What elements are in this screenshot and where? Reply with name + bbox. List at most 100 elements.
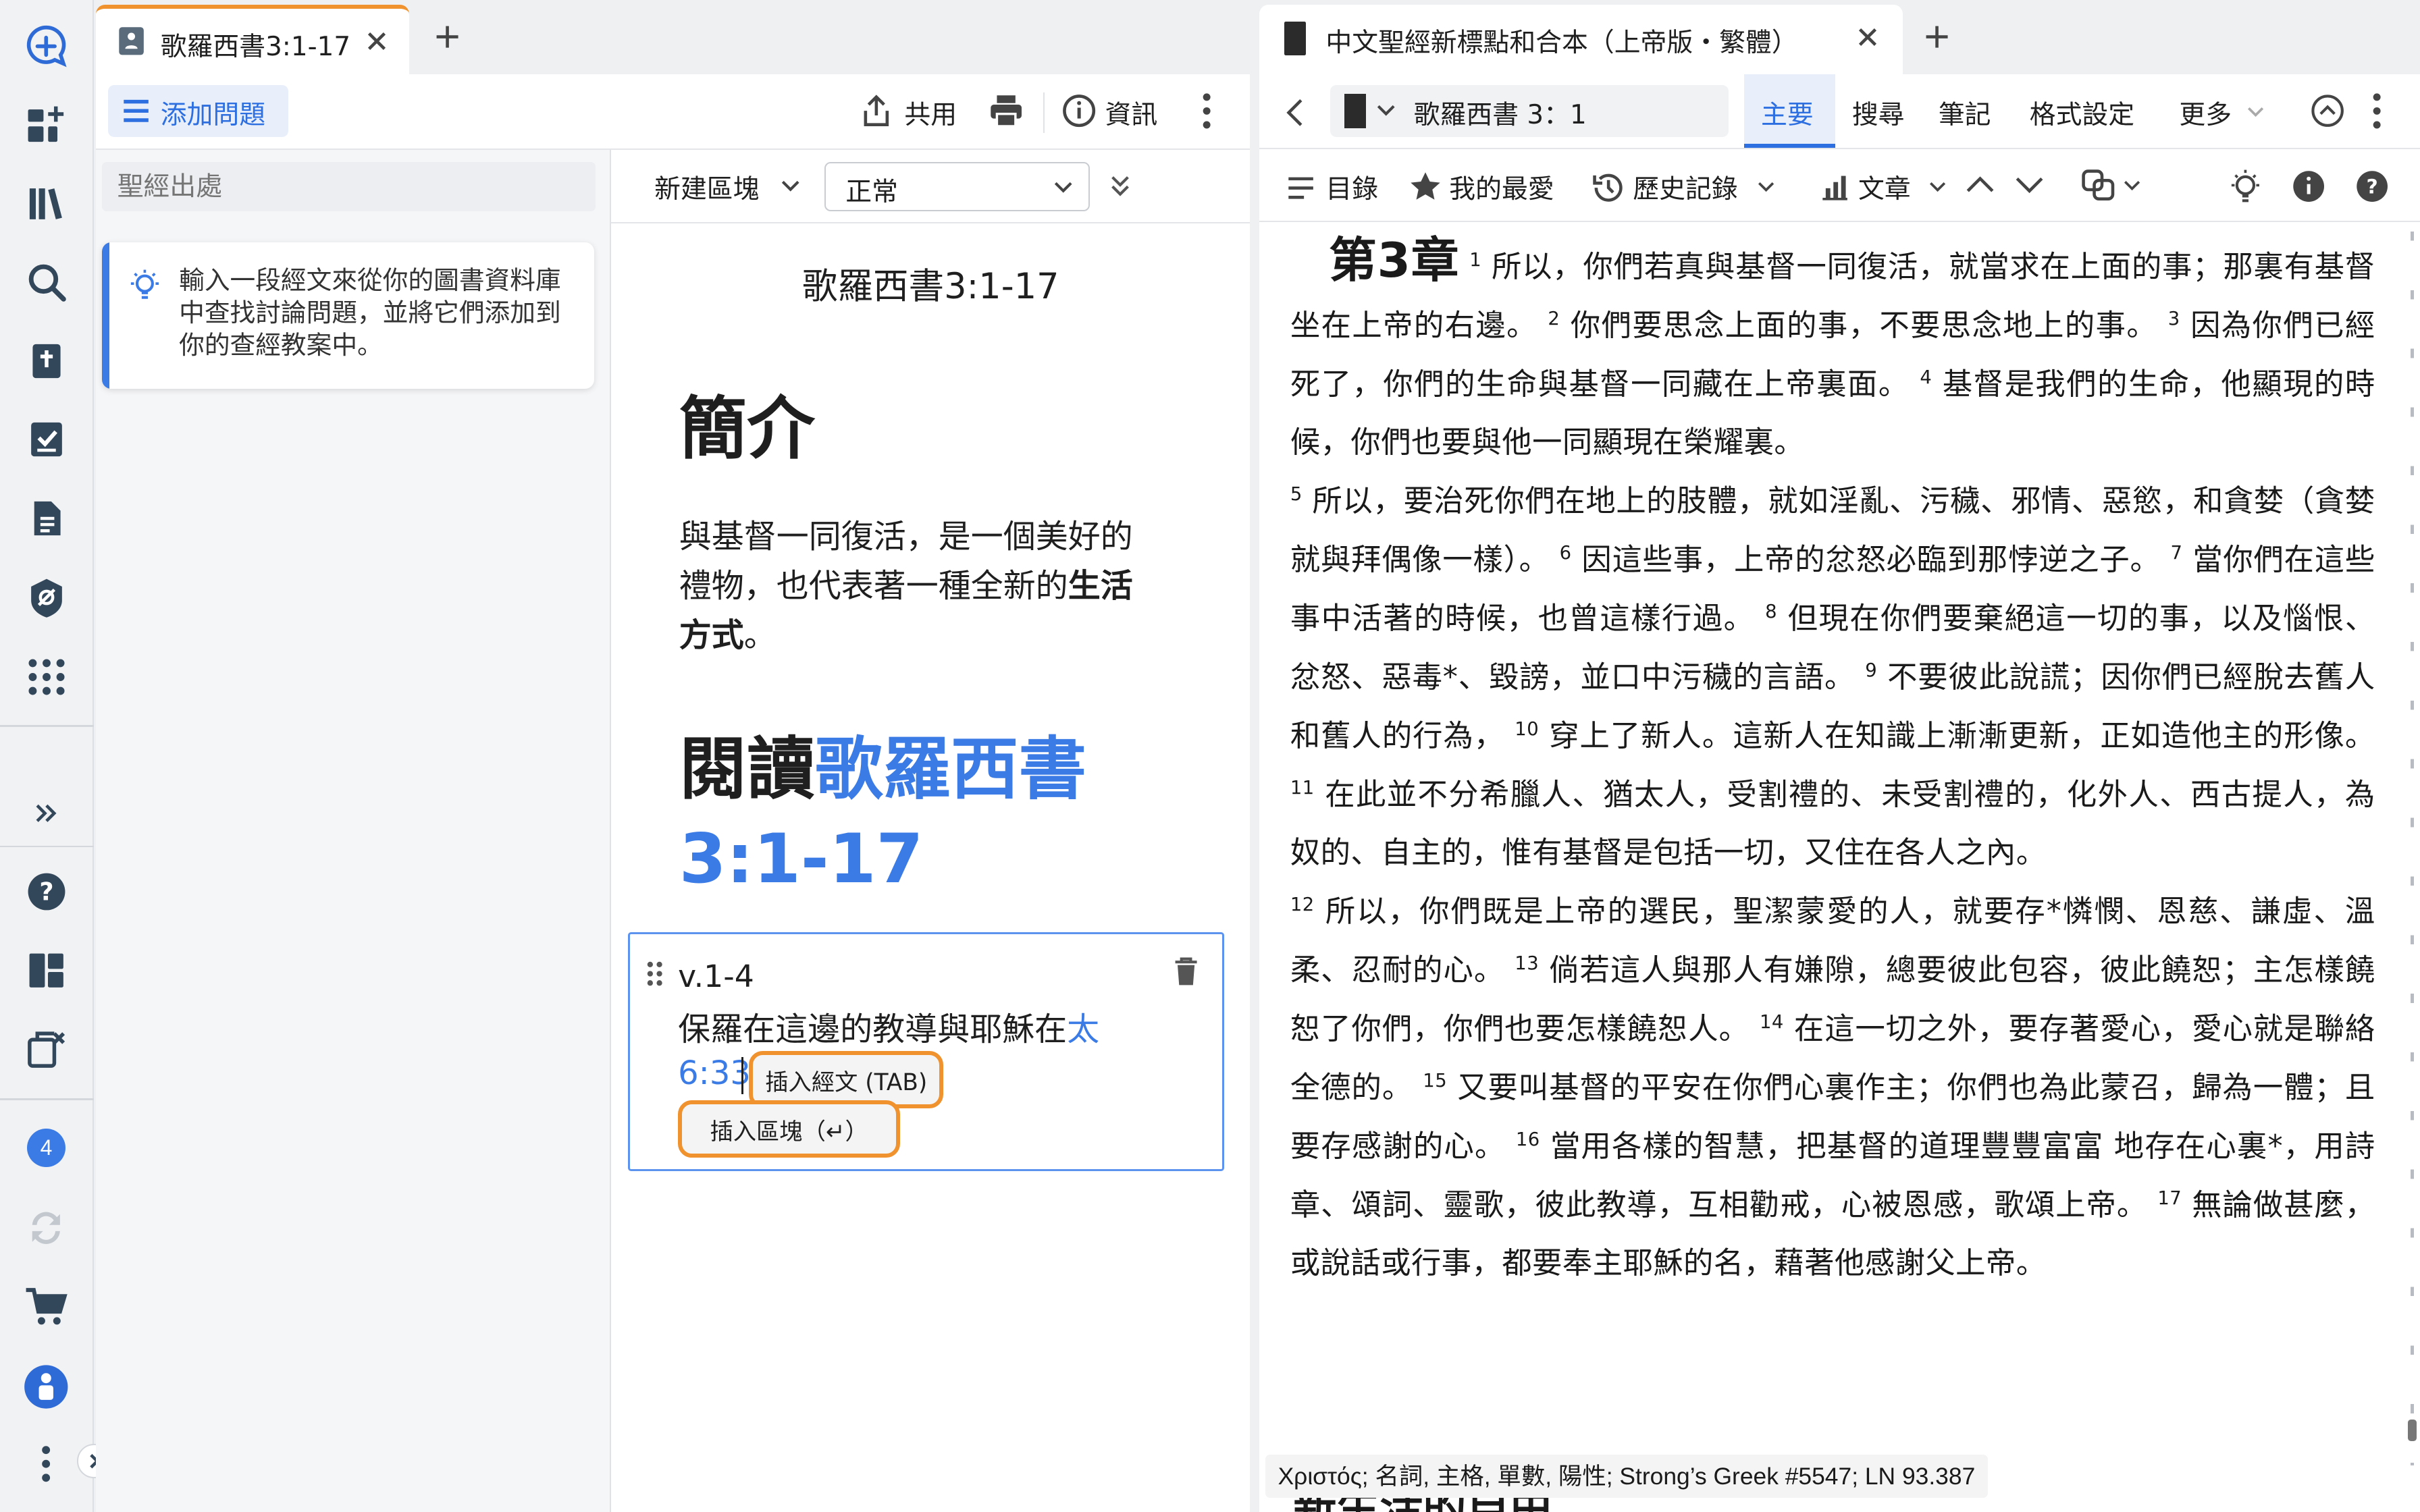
close-panels-icon[interactable]	[23, 1026, 70, 1073]
verse-number[interactable]: 12	[1290, 894, 1315, 915]
tab-notes[interactable]: 筆記	[1939, 94, 1991, 132]
lightbulb-icon	[131, 269, 159, 300]
verse-number[interactable]: 7	[2171, 543, 2183, 564]
add-tab-icon[interactable]	[1923, 23, 1951, 51]
more-options-icon[interactable]	[2371, 92, 2383, 130]
tab-main[interactable]: 主要	[1743, 74, 1835, 148]
reference-box[interactable]: 歌羅西書 3：1	[1330, 84, 1729, 138]
share-button[interactable]: 共用	[861, 90, 969, 136]
scripture-text[interactable]: 第3章 1 所以，你們若真與基督一同復活，就當求在上面的事；那裏有基督 坐在上帝…	[1290, 232, 2375, 1293]
help-icon[interactable]: ?	[23, 869, 70, 915]
verse-number[interactable]: 14	[1760, 1012, 1784, 1033]
info-icon[interactable]	[2292, 169, 2325, 203]
sync-icon[interactable]	[23, 1205, 70, 1251]
intro-end: 。	[743, 616, 777, 655]
svg-text:?: ?	[2367, 176, 2378, 199]
help-icon[interactable]: ?	[2355, 169, 2389, 203]
document-title: 歌羅西書3:1-17	[801, 265, 1059, 307]
new-block-dropdown[interactable]: 新建區塊	[654, 167, 809, 207]
block-text[interactable]: 保羅在這邊的教導與耶穌在太	[678, 1005, 1172, 1054]
passage-search-input[interactable]	[101, 161, 596, 212]
apps-grid-icon[interactable]	[23, 654, 70, 701]
insert-block-suggestion[interactable]: 插入區塊（↵）	[678, 1100, 901, 1158]
chevron-down-icon[interactable]	[2124, 180, 2140, 191]
text-view-dropdown[interactable]: 文章	[1821, 168, 1951, 208]
block-reference-link[interactable]: 太	[1067, 1010, 1099, 1048]
verse-number[interactable]: 11	[1290, 778, 1315, 799]
previous-chapter-icon[interactable]	[1966, 176, 1994, 194]
word-info-status: Χριστός; 名詞, 主格, 單數, 陽性; Strong’s Greek …	[1265, 1455, 1988, 1498]
insert-verse-suggestion[interactable]: 插入經文 (TAB)	[749, 1051, 944, 1108]
style-select[interactable]: 正常	[824, 161, 1090, 212]
bible-icon[interactable]	[23, 338, 70, 385]
study-tab[interactable]: 歌羅西書3:1-17	[95, 4, 409, 74]
scrollbar[interactable]	[2406, 231, 2420, 1512]
read-reference-link[interactable]: 歌羅西書	[815, 730, 1086, 809]
verse-text[interactable]: 在此並不分希臘人、猶太人，受割禮的、未受割禮的，化外人、西古提人，為奴的、自主的…	[1290, 778, 2375, 871]
favorites-button[interactable]: 我的最愛	[1409, 168, 1570, 208]
bible-nav-bar: 歌羅西書 3：1 主要 搜尋 筆記 格式設定 更多	[1259, 74, 2420, 148]
chevron-down-icon	[1930, 182, 1946, 192]
checklist-icon[interactable]	[23, 416, 70, 463]
more-options-icon[interactable]	[1201, 92, 1213, 130]
intro-paragraph[interactable]: 與基督一同復活，是一個美好的禮物，也代表著一種全新的生活方式。	[679, 512, 1158, 660]
verse-text[interactable]: 穿上了新人。這新人在知識上漸漸更新，正如造他主的形像。	[1549, 719, 2375, 753]
verse-number[interactable]: 2	[1548, 308, 1560, 329]
link-panels-icon[interactable]	[2080, 168, 2118, 202]
layout-icon[interactable]	[23, 947, 70, 994]
verse-number[interactable]: 9	[1865, 660, 1877, 681]
print-icon[interactable]	[989, 94, 1023, 128]
verse-number[interactable]: 5	[1290, 484, 1303, 505]
add-question-button[interactable]: 添加問題	[107, 84, 289, 138]
verse-number[interactable]: 13	[1515, 953, 1539, 974]
expand-toolbar-icon[interactable]	[1109, 174, 1131, 199]
collapse-up-icon[interactable]	[2311, 94, 2344, 128]
app-logo-icon[interactable]	[23, 23, 70, 70]
reference-input[interactable]: 歌羅西書 3：1	[1414, 94, 1587, 132]
verse-number[interactable]: 10	[1515, 719, 1539, 740]
bible-tab[interactable]: 中文聖經新標點和合本（上帝版・繁體）	[1259, 4, 1903, 74]
add-tab-icon[interactable]	[433, 23, 461, 51]
shield-icon[interactable]	[23, 574, 70, 620]
back-icon[interactable]	[1286, 97, 1304, 128]
document-icon[interactable]	[23, 495, 70, 542]
info-button[interactable]: 資訊	[1062, 90, 1170, 136]
tab-format[interactable]: 格式設定	[2030, 94, 2134, 132]
trash-icon[interactable]	[1172, 956, 1200, 987]
toc-label: 目錄	[1325, 173, 1379, 205]
verse-text[interactable]: 你們要思念上面的事，不要思念地上的事。	[1571, 308, 2157, 343]
read-reference-link-2[interactable]: 3:1-17	[679, 819, 924, 898]
text-view-label: 文章	[1858, 173, 1911, 205]
info-icon	[1062, 94, 1095, 128]
verse-number[interactable]: 17	[2157, 1188, 2182, 1209]
close-icon[interactable]	[1857, 26, 1878, 48]
verse-number[interactable]: 6	[1560, 543, 1572, 564]
drag-handle-icon[interactable]	[646, 960, 664, 988]
verse-number[interactable]: 8	[1765, 601, 1777, 622]
verse-number[interactable]: 16	[1516, 1129, 1540, 1150]
chevron-down-icon[interactable]	[1377, 105, 1395, 117]
account-avatar-icon[interactable]	[23, 1364, 70, 1411]
read-heading: 閱讀歌羅西書 3:1-17	[679, 725, 1158, 904]
expand-rail-icon[interactable]	[23, 790, 70, 836]
lightbulb-icon[interactable]	[2227, 167, 2264, 207]
cart-icon[interactable]	[23, 1284, 70, 1330]
tab-search[interactable]: 搜尋	[1852, 94, 1905, 132]
close-icon[interactable]	[366, 30, 388, 52]
history-button[interactable]: 歷史記錄	[1592, 168, 1777, 208]
more-vertical-icon[interactable]	[23, 1441, 70, 1488]
verse-text[interactable]: 因這些事，上帝的忿怒必臨到那悖逆之子。	[1581, 543, 2160, 577]
study-block[interactable]: v.1-4 保羅在這邊的教導與耶穌在太 6:33 插入經文 (TAB) 插入區塊…	[628, 932, 1224, 1171]
verse-number[interactable]: 3	[2168, 308, 2180, 329]
notification-badge[interactable]: 4	[23, 1125, 70, 1171]
next-chapter-icon[interactable]	[2016, 176, 2043, 194]
search-icon[interactable]	[23, 259, 70, 306]
verse-number[interactable]: 15	[1423, 1071, 1447, 1091]
verse-number[interactable]: 4	[1920, 367, 1932, 388]
verse-number[interactable]: 1	[1469, 250, 1481, 271]
dashboard-add-icon[interactable]	[23, 102, 70, 148]
tab-more[interactable]: 更多	[2179, 94, 2269, 131]
library-icon[interactable]	[23, 180, 70, 227]
toc-button[interactable]: 目錄	[1287, 168, 1389, 208]
block-reference-link-2[interactable]: 6:33	[678, 1054, 751, 1092]
